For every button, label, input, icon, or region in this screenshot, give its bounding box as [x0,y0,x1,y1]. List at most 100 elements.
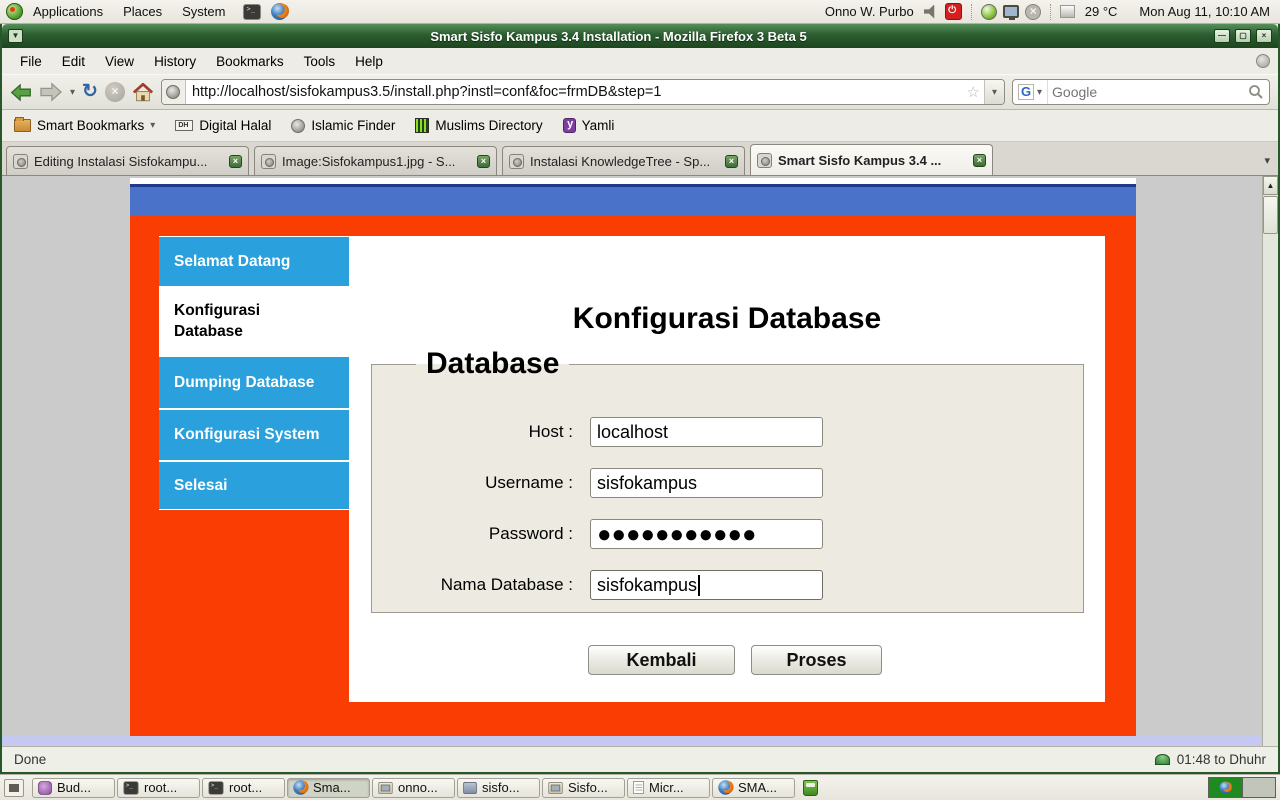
tab-smart-sisfo-kampus[interactable]: Smart Sisfo Kampus 3.4 ... × [750,144,993,175]
display-icon[interactable] [1003,5,1019,18]
firefox-launcher-icon[interactable] [271,3,288,20]
password-input[interactable] [590,519,823,549]
url-bar[interactable]: ☆ ▾ [161,79,1005,105]
reload-button[interactable]: ↻ [82,83,98,101]
scroll-up-icon[interactable]: ▲ [1263,176,1278,195]
distro-logo-icon[interactable] [6,3,23,20]
show-desktop-icon[interactable] [4,779,24,797]
home-button[interactable] [132,83,154,102]
task-button-sisfo[interactable]: sisfo... [457,778,540,798]
bookmark-digital-halal[interactable]: Digital Halal [175,118,271,133]
stop-button[interactable]: × [105,82,125,102]
search-icon[interactable] [1248,84,1264,100]
vertical-scrollbar[interactable]: ▲ [1262,176,1278,746]
tab-close-icon[interactable]: × [973,154,986,167]
menu-tools[interactable]: Tools [294,48,346,74]
sidebar-item-label: Konfigurasi Database [174,302,260,340]
task-button-sma[interactable]: SMA... [712,778,795,798]
sidebar-item-label: Selesai [174,477,227,495]
search-input[interactable] [1048,84,1243,100]
workspace-2[interactable] [1242,778,1275,797]
tab-image-sisfokampus[interactable]: Image:Sisfokampus1.jpg - S... × [254,146,497,175]
forward-button[interactable] [39,82,63,102]
bookmarks-toolbar: Smart Bookmarks ▾ Digital Halal Islamic … [2,110,1278,142]
database-name-label: Nama Database : [372,570,573,600]
task-label: onno... [398,780,438,795]
tab-favicon-icon [509,154,524,169]
list-all-tabs-icon[interactable]: ▾ [1264,154,1270,167]
weather-icon[interactable] [1060,5,1075,18]
tab-instalasi-knowledgetree[interactable]: Instalasi KnowledgeTree - Sp... × [502,146,745,175]
bookmark-star-icon[interactable]: ☆ [963,83,984,101]
applications-menu[interactable]: Applications [23,0,113,23]
back-button[interactable] [10,83,32,102]
firefox-icon [718,780,732,794]
system-menu[interactable]: System [172,0,235,23]
terminal-launcher-icon[interactable] [243,4,261,20]
chat-offline-icon[interactable] [1025,4,1041,20]
menu-view[interactable]: View [95,48,144,74]
menu-bookmarks[interactable]: Bookmarks [206,48,294,74]
places-menu[interactable]: Places [113,0,172,23]
proses-button[interactable]: Proses [751,645,882,675]
sidebar-item-konfigurasi-database[interactable]: Konfigurasi Database [159,286,309,356]
network-globe-icon[interactable] [981,4,997,20]
database-name-input[interactable]: sisfokampus [590,570,823,600]
task-label: Micr... [649,780,684,795]
host-label: Host : [372,417,573,447]
page-favicon-box [162,80,186,104]
close-button[interactable]: × [1256,29,1272,43]
history-dropdown-icon[interactable]: ▾ [70,87,75,98]
document-icon [633,781,644,794]
task-button-sisfo-2[interactable]: Sisfo... [542,778,625,798]
trash-icon[interactable] [803,780,818,796]
task-button-bud[interactable]: Bud... [32,778,115,798]
tab-close-icon[interactable]: × [229,155,242,168]
user-name[interactable]: Onno W. Purbo [821,4,918,19]
tab-close-icon[interactable]: × [477,155,490,168]
window-menu-icon[interactable]: ▼ [8,29,23,43]
url-input[interactable] [186,84,963,100]
workspace-1[interactable] [1209,778,1242,797]
power-icon[interactable] [945,3,962,20]
menu-help[interactable]: Help [345,48,393,74]
bookmark-smart-bookmarks[interactable]: Smart Bookmarks ▾ [14,118,155,133]
bookmark-yamli[interactable]: Yamli [563,118,615,133]
url-dropdown-button[interactable]: ▾ [984,80,1004,104]
task-button-root-2[interactable]: root... [202,778,285,798]
task-button-root-1[interactable]: root... [117,778,200,798]
task-button-smart-sisfo[interactable]: Sma... [287,778,370,798]
yamli-icon [563,118,576,133]
tab-editing-instalasi[interactable]: Editing Instalasi Sisfokampu... × [6,146,249,175]
scrollbar-thumb[interactable] [1263,196,1278,234]
workspace-switcher[interactable] [1208,777,1276,798]
sidebar-item-selamat-datang[interactable]: Selamat Datang [159,237,349,286]
maximize-button[interactable]: ▢ [1235,29,1251,43]
sidebar-item-dumping-database[interactable]: Dumping Database [159,357,349,408]
search-engine-button[interactable]: G ▾ [1013,80,1048,104]
kembali-button[interactable]: Kembali [588,645,735,675]
menu-file[interactable]: File [10,48,52,74]
system-tray: Onno W. Purbo 29 °C Mon Aug 11, 10:10 AM [821,3,1274,20]
tab-close-icon[interactable]: × [725,155,738,168]
volume-icon[interactable] [924,5,939,19]
sidebar-item-selesai[interactable]: Selesai [159,462,349,509]
task-button-onno[interactable]: onno... [372,778,455,798]
person-icon [38,781,52,795]
tab-favicon-icon [13,154,28,169]
task-button-micr[interactable]: Micr... [627,778,710,798]
menu-history[interactable]: History [144,48,206,74]
minimize-button[interactable]: — [1214,29,1230,43]
bookmark-islamic-finder[interactable]: Islamic Finder [291,118,395,133]
tab-bar: Editing Instalasi Sisfokampu... × Image:… [2,142,1278,176]
window-titlebar[interactable]: ▼ Smart Sisfo Kampus 3.4 Installation - … [2,24,1278,48]
task-label: Bud... [57,780,91,795]
sidebar-item-konfigurasi-system[interactable]: Konfigurasi System [159,410,349,460]
host-input[interactable] [590,417,823,447]
panel-separator [1050,4,1051,20]
menu-edit[interactable]: Edit [52,48,95,74]
clock[interactable]: Mon Aug 11, 10:10 AM [1135,4,1274,19]
username-input[interactable] [590,468,823,498]
search-bar[interactable]: G ▾ [1012,79,1270,105]
bookmark-muslims-directory[interactable]: Muslims Directory [415,118,542,133]
